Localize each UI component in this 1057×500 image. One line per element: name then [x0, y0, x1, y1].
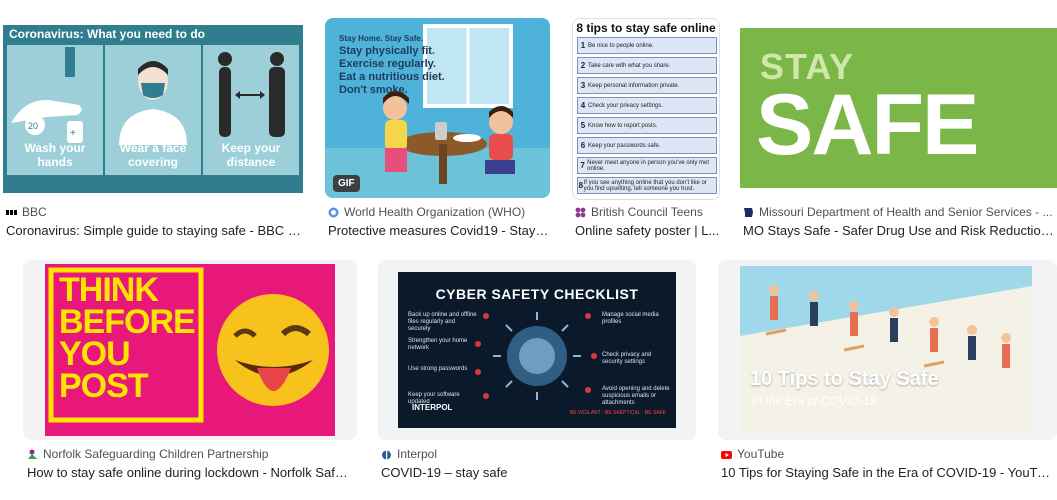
who-line-1: Stay physically fit. [339, 45, 435, 57]
tip-row: 1 Be nice to people online. [577, 37, 717, 54]
bbc-icon [6, 207, 17, 218]
gif-badge: GIF [333, 175, 360, 192]
youtube-icon [721, 449, 732, 460]
tip-row: 7 Never meet anyone in person you've only… [577, 157, 717, 174]
tip-row: 5 Know how to report posts. [577, 117, 717, 134]
who-line-3: Eat a nutritious diet. [339, 71, 445, 83]
face-mask-icon [119, 61, 187, 145]
who-message: Stay Home. Stay Safe. Stay physically fi… [339, 32, 445, 97]
result-title[interactable]: How to stay safe online during lockdown … [27, 465, 355, 483]
missouri-icon [743, 207, 754, 218]
who-header: Stay Home. Stay Safe. [339, 34, 424, 43]
tip-row: 8 If you see anything online that you don… [577, 177, 717, 194]
label-wash-hands: Wash your hands [24, 141, 86, 169]
thumbnail-interpol[interactable]: CYBER SAFETY CHECKLIST Back up online an… [378, 260, 696, 440]
source-label: BBC [22, 205, 47, 219]
source-label: British Council Teens [591, 205, 703, 219]
tip-row: 6 Keep your passwords safe. [577, 137, 717, 154]
thumbnail-bbc[interactable]: Coronavirus: What you need to do 20 + Wa… [3, 25, 303, 193]
source-youtube[interactable]: YouTube [721, 446, 1057, 462]
social-distance-icon [218, 52, 285, 137]
think-before-you-post-text: THINK BEFORE YOU POST [59, 271, 196, 405]
distance-panel: Keep your distance [203, 45, 299, 175]
checklist-item: Manage social media profiles [602, 312, 659, 325]
source-missouri[interactable]: Missouri Department of Health and Senior… [743, 204, 1057, 220]
hand-wash-icon: 20 + [11, 47, 83, 143]
svg-text:+: + [70, 128, 76, 139]
who-icon [328, 207, 339, 218]
source-interpol[interactable]: Interpol [381, 446, 681, 462]
thumbnail-british-council[interactable]: 8 tips to stay safe online 1 Be nice to p… [572, 18, 720, 200]
tips-heading: 8 tips to stay safe online [576, 21, 716, 35]
tip-row: 4 Check your privacy settings. [577, 97, 717, 114]
label-face-covering: Wear a face covering [119, 141, 187, 169]
cyber-checklist-heading: CYBER SAFETY CHECKLIST [435, 286, 639, 302]
thumb-heading: Coronavirus: What you need to do [9, 27, 206, 41]
result-title[interactable]: MO Stays Safe - Safer Drug Use and Risk … [743, 223, 1055, 241]
interpol-brand: INTERPOL [412, 403, 453, 412]
face-covering-panel: Wear a face covering [105, 45, 201, 175]
result-title[interactable]: 10 Tips for Staying Safe in the Era of C… [721, 465, 1057, 483]
british-council-icon [575, 207, 586, 218]
source-label: Missouri Department of Health and Senior… [759, 205, 1053, 219]
norfolk-icon [27, 449, 38, 460]
checklist-item: Check privacy and security settings [602, 352, 652, 365]
who-line-2: Exercise regularly. [339, 58, 437, 70]
safe-word: SAFE [756, 77, 979, 173]
source-norfolk[interactable]: Norfolk Safeguarding Children Partnershi… [27, 446, 357, 462]
source-label: YouTube [737, 447, 785, 461]
thumbnail-youtube[interactable]: 10 Tips to Stay Safe In the Era of COVID… [718, 260, 1057, 440]
video-subheading: In the Era of COVID-19 [752, 394, 877, 408]
source-bbc[interactable]: BBC [6, 204, 306, 220]
vigilant-footer: BE VIGILANT · BE SKEPTICAL · BE SAFE [569, 410, 666, 416]
interpol-icon [381, 448, 392, 460]
source-british-council[interactable]: British Council Teens [575, 204, 735, 220]
result-title[interactable]: COVID-19 – stay safe [381, 465, 696, 483]
source-who[interactable]: World Health Organization (WHO) [328, 204, 552, 220]
checklist-item: Strengthen your home network [408, 338, 468, 351]
result-title[interactable]: Coronavirus: Simple guide to staying saf… [6, 223, 303, 241]
who-line-4: Don't smoke. [339, 84, 408, 96]
wash-hands-panel: 20 + Wash your hands [7, 45, 103, 175]
source-label: World Health Organization (WHO) [344, 205, 526, 219]
label-keep-distance: Keep your distance [221, 141, 281, 169]
tip-row: 2 Take care with what you share. [577, 57, 717, 74]
tip-row: 3 Keep personal information private. [577, 77, 717, 94]
thumbnail-missouri[interactable]: STAY SAFE [740, 28, 1057, 188]
source-label: Norfolk Safeguarding Children Partnershi… [43, 447, 269, 461]
checklist-item: Back up online and offline files regular… [408, 312, 477, 332]
checklist-item: Use strong passwords [408, 366, 468, 372]
result-title[interactable]: Protective measures Covid19 - Stay H... [328, 223, 550, 241]
thumbnail-who[interactable]: Stay Home. Stay Safe. Stay physically fi… [325, 18, 550, 198]
checklist-item: Avoid opening and delete suspicious emai… [602, 386, 670, 406]
result-title[interactable]: Online safety poster | L... [575, 223, 720, 241]
video-heading: 10 Tips to Stay Safe [750, 368, 939, 390]
svg-text:20: 20 [28, 121, 38, 131]
source-label: Interpol [397, 447, 438, 461]
thumbnail-norfolk[interactable]: THINK BEFORE YOU POST [23, 260, 357, 440]
